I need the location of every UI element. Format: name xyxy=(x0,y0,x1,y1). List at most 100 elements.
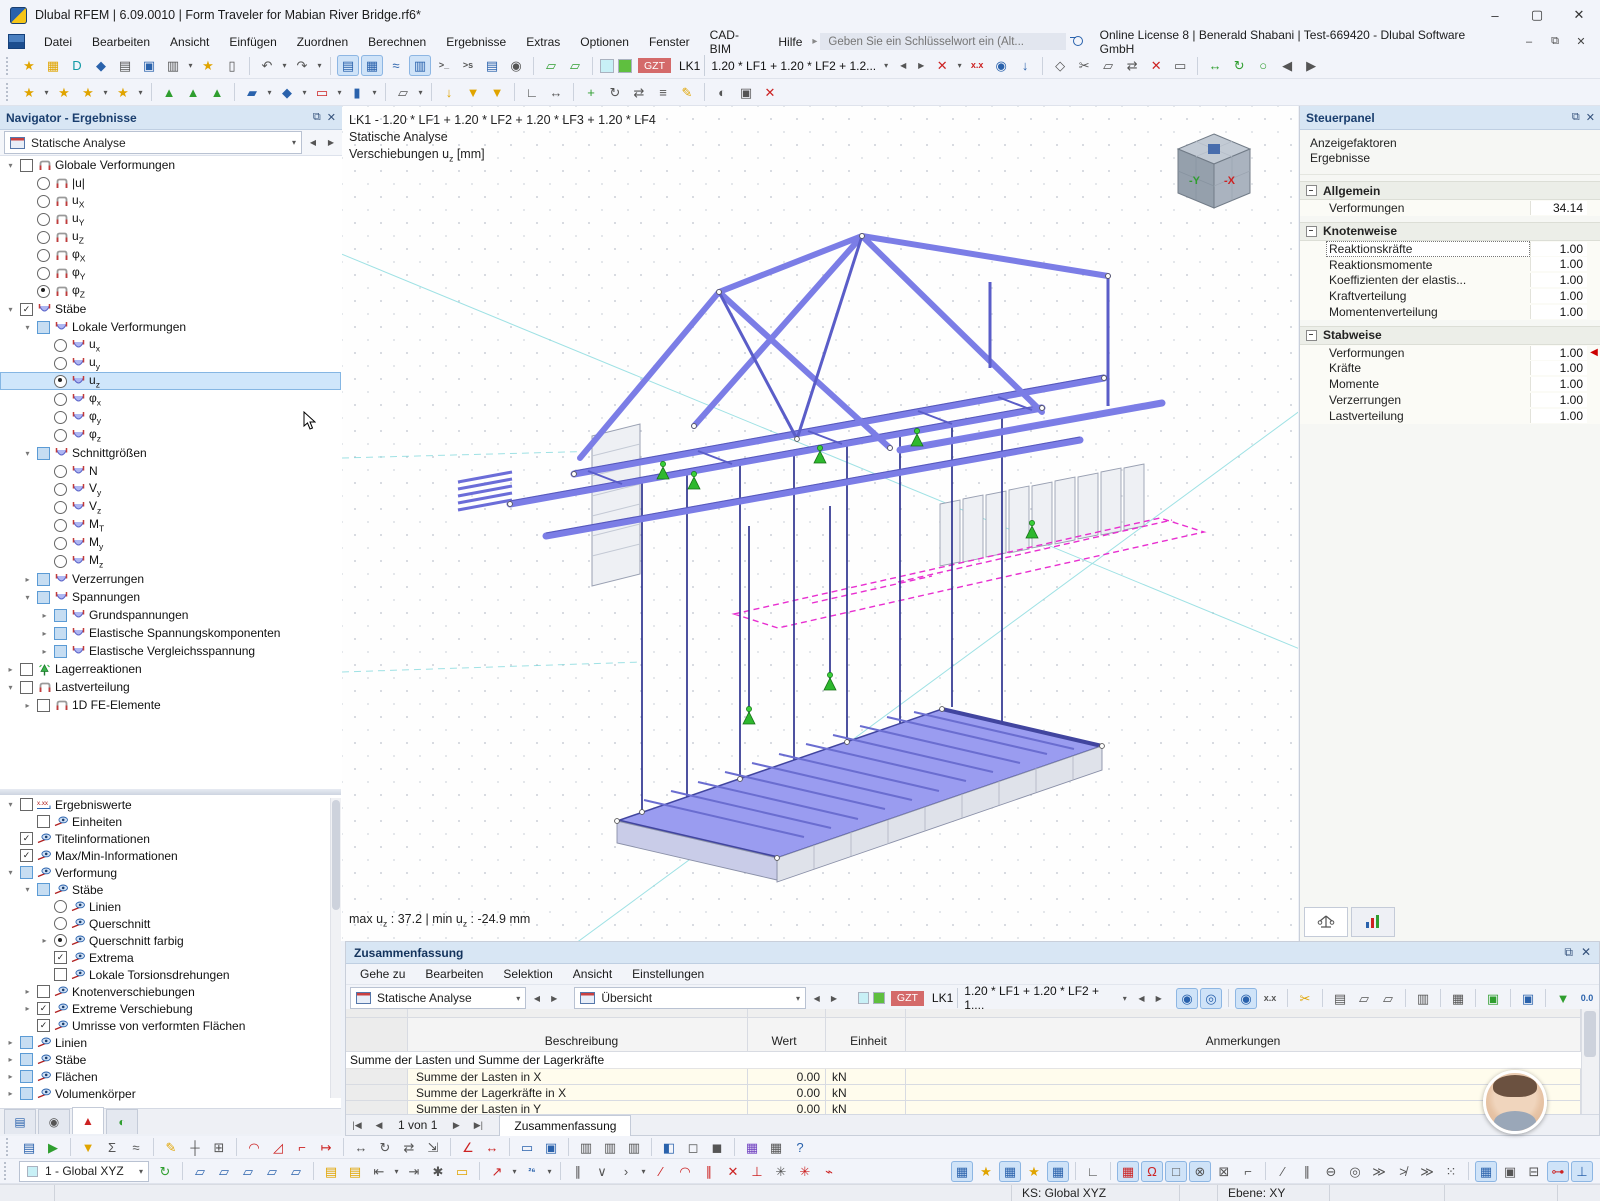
table-settings-icon[interactable]: ▦ xyxy=(1447,988,1469,1009)
screenshot-icon[interactable]: ▤ xyxy=(114,55,136,76)
view-y-icon[interactable]: ▥ xyxy=(599,1137,621,1158)
next-table-button[interactable]: ▶ xyxy=(546,988,563,1009)
inter2-icon[interactable]: ≫ xyxy=(1416,1161,1438,1182)
col-header-wert[interactable]: Wert xyxy=(748,1018,826,1052)
expander-icon[interactable]: ▸ xyxy=(21,1004,34,1013)
new-arc-icon[interactable]: ★ xyxy=(112,82,134,103)
expander-icon[interactable]: ▾ xyxy=(4,161,17,170)
menu-item-fenster[interactable]: Fenster xyxy=(639,30,700,53)
keyword-search-input[interactable] xyxy=(820,33,1066,50)
cell-einheit[interactable]: kN xyxy=(826,1085,906,1101)
table-row[interactable]: Summe der Lasten in Y 0.00 kN xyxy=(346,1101,1581,1115)
man-icon[interactable]: ✱ xyxy=(427,1161,449,1182)
undo-icon[interactable]: ↶ xyxy=(256,55,278,76)
table-view-dropdown[interactable]: Übersicht ▾ xyxy=(574,987,807,1009)
table2-icon[interactable]: ▤ xyxy=(344,1161,366,1182)
measure-icon[interactable]: ∠ xyxy=(457,1137,479,1158)
new-member-icon[interactable]: ★ xyxy=(77,82,99,103)
grid-new-icon[interactable]: ★ xyxy=(975,1161,997,1182)
circle-x-icon[interactable]: ⊗ xyxy=(1189,1160,1211,1182)
checkbox[interactable] xyxy=(54,644,67,658)
checkbox[interactable]: ✓ xyxy=(37,1019,50,1032)
fe-settings-icon[interactable]: ▦ xyxy=(765,1137,787,1158)
checkbox[interactable] xyxy=(37,446,50,460)
radio-button[interactable] xyxy=(54,356,67,370)
navigator-tab-display[interactable]: ◐ xyxy=(106,1109,138,1134)
chevron-down-icon[interactable]: ▾ xyxy=(369,82,380,103)
tree-item-extreme-verschiebung[interactable]: ▸ ✓ Extreme Verschiebung xyxy=(0,1000,341,1017)
expander-icon[interactable]: ▾ xyxy=(21,885,34,894)
expander-icon[interactable]: ▾ xyxy=(21,593,34,602)
menu-item-einstellungen[interactable]: Einstellungen xyxy=(622,963,714,986)
bisect-icon[interactable]: ≫ xyxy=(1368,1161,1390,1182)
delete-object-icon[interactable]: ✕ xyxy=(759,82,781,103)
checkbox[interactable]: ✓ xyxy=(20,832,33,845)
radio-button[interactable] xyxy=(54,428,67,442)
chevron-down-icon[interactable]: ▾ xyxy=(415,82,426,103)
radio-button[interactable] xyxy=(54,482,67,496)
factor-row-kräfte[interactable]: Kräfte 1.00 xyxy=(1300,360,1600,377)
expander-icon[interactable]: ▸ xyxy=(38,611,51,620)
render-mode-icon[interactable]: ◧ xyxy=(658,1137,680,1158)
checkbox[interactable]: ✓ xyxy=(20,302,33,316)
prev-view-icon[interactable]: ◀ xyxy=(1276,55,1298,76)
result-color-swatch-2[interactable] xyxy=(873,992,885,1004)
factor-value[interactable]: 1.00 xyxy=(1530,408,1587,423)
filter-table-icon[interactable]: ▼ xyxy=(1552,988,1574,1009)
next-combination-button[interactable]: ▶ xyxy=(1150,988,1167,1009)
navigator-toggle-icon[interactable]: ▥ xyxy=(409,55,431,76)
tree-item-uy[interactable]: uy xyxy=(0,354,341,372)
tree-item-1d-fe-elemente[interactable]: ▸ 1D FE-Elemente xyxy=(0,696,341,714)
combination-icon[interactable]: Σ xyxy=(101,1137,123,1158)
delete-results-icon[interactable]: ✕ xyxy=(1145,55,1167,76)
select-all-icon[interactable]: ▭ xyxy=(516,1137,538,1158)
connect-icon[interactable]: ⊞ xyxy=(208,1137,230,1158)
checkbox[interactable] xyxy=(20,866,33,879)
radio-button[interactable] xyxy=(54,917,67,930)
mdi-minimize-button[interactable]: – xyxy=(1516,32,1542,52)
tangent-icon[interactable]: ⊖ xyxy=(1320,1161,1342,1182)
result-filter-icon[interactable]: ✕ xyxy=(931,55,953,76)
checkbox[interactable] xyxy=(54,968,67,981)
next-load-combination-button[interactable]: ▶ xyxy=(912,55,930,76)
factor-row-lastverteilung[interactable]: Lastverteilung 1.00 xyxy=(1300,407,1600,424)
tree-scrollbar[interactable] xyxy=(330,798,341,1098)
isometric-view-icon[interactable]: ◇ xyxy=(1049,55,1071,76)
chevron-down-icon[interactable]: ▾ xyxy=(334,82,345,103)
chevron-down-icon[interactable]: ▾ xyxy=(544,1161,555,1182)
tree-item-stäbe[interactable]: ▾ ✓ Stäbe xyxy=(0,300,341,318)
tree-item-mt[interactable]: MT xyxy=(0,516,341,534)
show-values-icon[interactable]: ◉ xyxy=(990,55,1012,76)
chevron-down-icon[interactable]: ▾ xyxy=(638,1161,649,1182)
new-node-icon[interactable]: ★ xyxy=(18,82,40,103)
tree-item-stäbe[interactable]: ▾ Stäbe xyxy=(0,881,341,898)
radio-button[interactable] xyxy=(37,194,50,208)
expander-icon[interactable]: ▾ xyxy=(4,305,17,314)
snap-points-icon[interactable]: ▦ xyxy=(1047,1160,1069,1182)
factor-row-kraftverteilung[interactable]: Kraftverteilung 1.00 xyxy=(1300,288,1600,304)
expander-icon[interactable]: ▸ xyxy=(21,701,34,710)
collapse-icon[interactable] xyxy=(1306,329,1317,341)
close-button[interactable]: ✕ xyxy=(1558,1,1600,30)
tree-item-uz[interactable]: uz xyxy=(0,372,341,390)
factor-row-momentenverteilung[interactable]: Momentenverteilung 1.00 xyxy=(1300,303,1600,320)
radio-button[interactable] xyxy=(37,230,50,244)
nodal-load-icon[interactable]: ↓ xyxy=(438,82,460,103)
checkbox[interactable] xyxy=(37,815,50,828)
guide-line-icon[interactable]: ∟ xyxy=(521,82,543,103)
radio-button[interactable] xyxy=(54,410,67,424)
table-load-combination-dropdown[interactable]: 1.20 * LF1 + 1.20 * LF2 + 1.... ▾ xyxy=(957,984,1133,1012)
panel-float-icon[interactable]: ⧉ xyxy=(1564,945,1573,960)
snap-angle-icon[interactable]: › xyxy=(615,1161,637,1182)
divide-icon[interactable]: ┼ xyxy=(184,1137,206,1158)
radio-button[interactable] xyxy=(54,464,67,478)
window-icon[interactable]: ▭ xyxy=(451,1161,473,1182)
dir-arrow-icon[interactable]: ↗ xyxy=(486,1161,508,1182)
radio-button[interactable] xyxy=(54,934,67,947)
tables-toggle-icon[interactable]: ▤ xyxy=(337,55,359,76)
dimension-icon[interactable]: ↔ xyxy=(545,82,567,103)
prev-table-button[interactable]: ◀ xyxy=(528,988,545,1009)
factor-row-reaktionsmomente[interactable]: Reaktionsmomente 1.00 xyxy=(1300,256,1600,273)
col-header-beschreibung[interactable]: Beschreibung xyxy=(408,1018,748,1052)
nodal-support-icon[interactable]: ▲ xyxy=(158,82,180,103)
